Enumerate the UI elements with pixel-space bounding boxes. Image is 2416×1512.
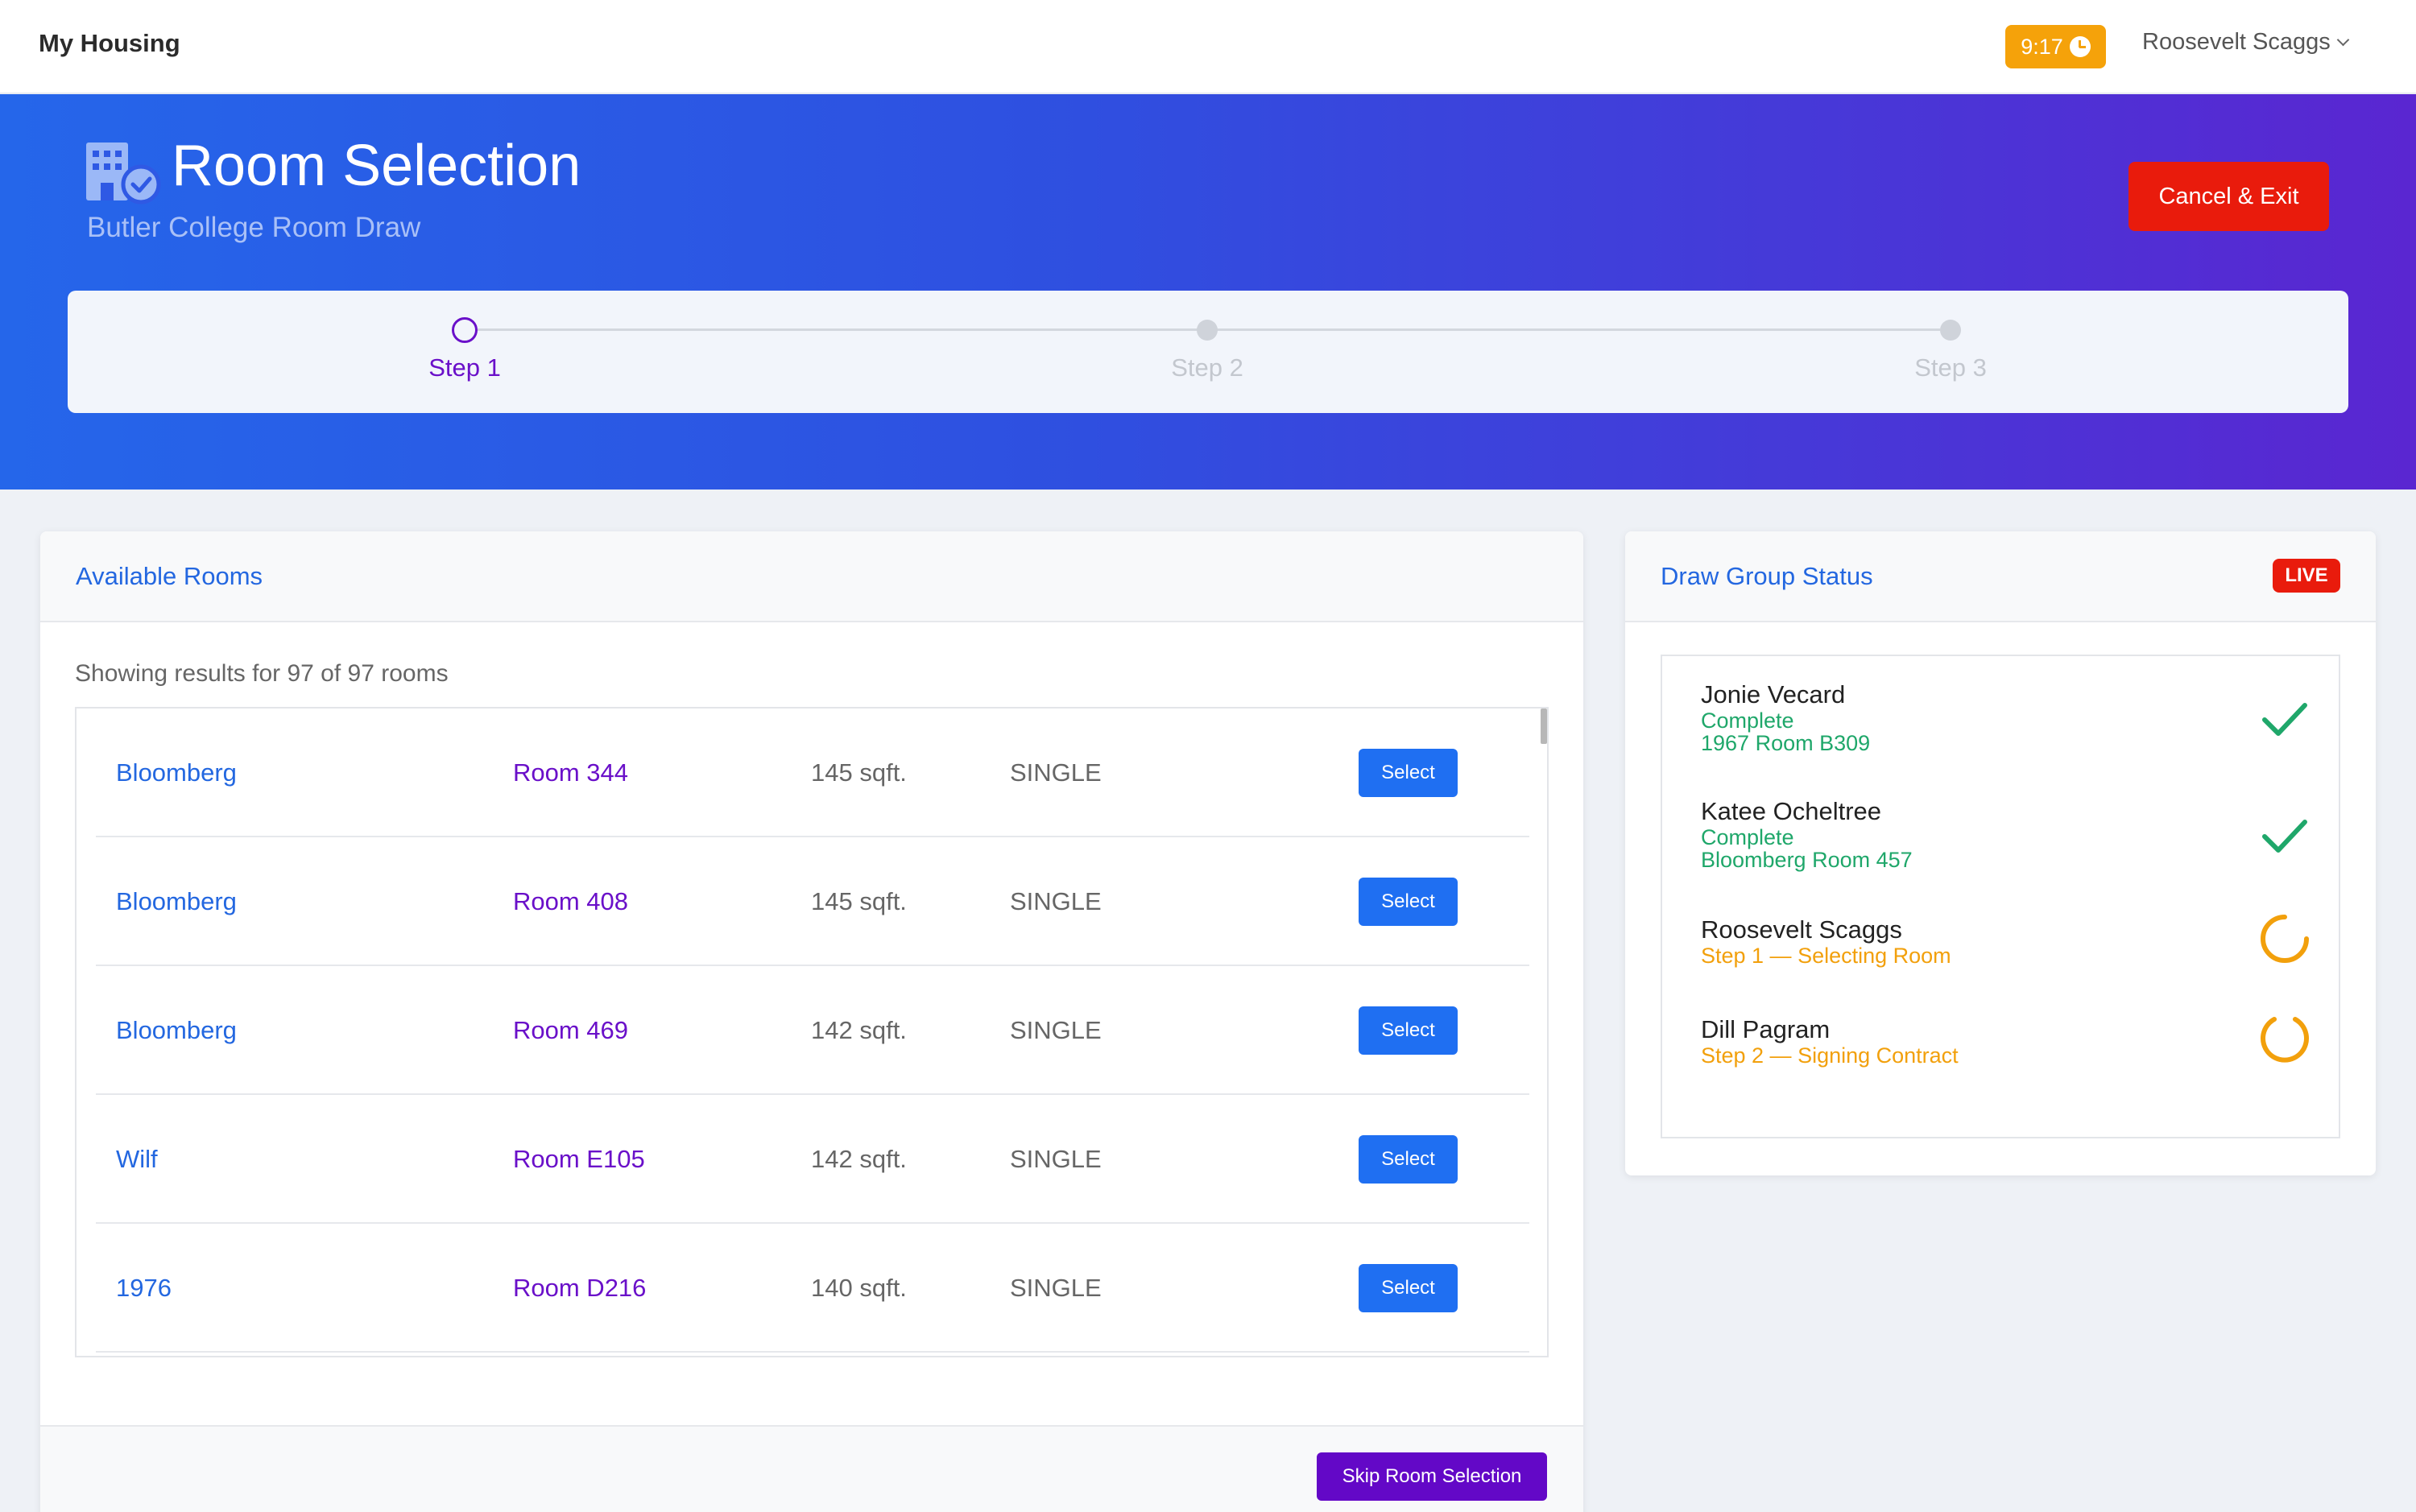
spinner-icon: [2261, 915, 2309, 963]
step-connector: [465, 328, 822, 331]
skip-room-selection-button[interactable]: Skip Room Selection: [1317, 1452, 1547, 1501]
room-type: SINGLE: [1010, 758, 1102, 787]
scrollbar-thumb[interactable]: [1541, 708, 1547, 744]
member-room: 1967 Room B309: [1701, 731, 1871, 755]
available-rooms-card: Available Rooms Showing results for 97 o…: [40, 531, 1583, 1512]
table-row: Bloomberg Room 408 145 sqft. SINGLE Sele…: [96, 837, 1529, 966]
step-2-indicator: [1197, 320, 1218, 341]
draw-group-status-card: Draw Group Status LIVE Jonie Vecard Comp…: [1625, 531, 2376, 1175]
room-building: Bloomberg: [116, 758, 237, 787]
select-room-button[interactable]: Select: [1359, 749, 1458, 797]
table-row: Wilf Room E105 142 sqft. SINGLE Select: [96, 1095, 1529, 1224]
select-room-button[interactable]: Select: [1359, 1006, 1458, 1055]
step-3-indicator: [1940, 320, 1961, 341]
table-row: Bloomberg Room 344 145 sqft. SINGLE Sele…: [96, 708, 1529, 837]
table-row: 1976 Room D216 140 sqft. SINGLE Select: [96, 1224, 1529, 1353]
page-subtitle: Butler College Room Draw: [87, 212, 421, 243]
member-status: Complete: [1701, 708, 1794, 733]
member-name: Dill Pagram: [1701, 1015, 1831, 1043]
room-size: 145 sqft.: [811, 758, 907, 787]
group-member-list: Jonie Vecard Complete 1967 Room B309 Kat…: [1661, 655, 2340, 1138]
room-number: Room D216: [513, 1274, 647, 1302]
member-status: Step 1 — Selecting Room: [1701, 944, 1951, 968]
spinner-icon: [2261, 1017, 2309, 1063]
card-header: Draw Group Status LIVE: [1625, 531, 2376, 622]
room-building: Bloomberg: [116, 887, 237, 915]
table-row: Bloomberg Room 469 142 sqft. SINGLE Sele…: [96, 966, 1529, 1095]
room-number: Room E105: [513, 1145, 645, 1173]
step-1-label: Step 1: [428, 353, 501, 382]
room-type: SINGLE: [1010, 887, 1102, 915]
check-icon: [2262, 703, 2307, 736]
room-number: Room 344: [513, 758, 629, 787]
room-building: Wilf: [116, 1145, 158, 1173]
check-icon: [2262, 820, 2307, 853]
list-item: Jonie Vecard Complete 1967 Room B309: [1701, 680, 1870, 754]
room-size: 142 sqft.: [811, 1016, 907, 1044]
top-navbar: My Housing 9:17 Roosevelt Scaggs: [0, 0, 2416, 93]
room-type: SINGLE: [1010, 1274, 1102, 1302]
room-size: 142 sqft.: [811, 1145, 907, 1173]
step-connector: [822, 328, 1207, 331]
room-building: Bloomberg: [116, 1016, 237, 1044]
page-title: Room Selection: [172, 134, 581, 198]
card-header: Available Rooms: [40, 531, 1583, 622]
room-number: Room 408: [513, 887, 629, 915]
list-item: Roosevelt Scaggs Step 1 — Selecting Room: [1701, 915, 1951, 967]
clock-icon: [2069, 36, 2091, 57]
member-status: Step 2 — Signing Contract: [1701, 1043, 1959, 1068]
step-1-indicator: [452, 317, 478, 343]
draw-group-status-title: Draw Group Status: [1661, 562, 1873, 590]
chevron-down-icon: [2336, 33, 2350, 47]
member-name: Roosevelt Scaggs: [1701, 915, 1902, 944]
select-room-button[interactable]: Select: [1359, 1135, 1458, 1184]
card-footer: Skip Room Selection: [40, 1425, 1583, 1512]
member-status: Complete: [1701, 825, 1794, 849]
user-menu[interactable]: Roosevelt Scaggs: [2142, 29, 2350, 56]
live-badge: LIVE: [2273, 559, 2340, 593]
select-room-button[interactable]: Select: [1359, 878, 1458, 926]
list-item: Dill Pagram Step 2 — Signing Contract: [1701, 1015, 1959, 1067]
list-item: Katee Ocheltree Complete Bloomberg Room …: [1701, 797, 1913, 871]
room-size: 145 sqft.: [811, 887, 907, 915]
select-room-button[interactable]: Select: [1359, 1264, 1458, 1312]
member-name: Jonie Vecard: [1701, 680, 1846, 708]
member-name: Katee Ocheltree: [1701, 797, 1882, 825]
results-count: Showing results for 97 of 97 rooms: [75, 660, 449, 687]
step-connector: [1207, 328, 1940, 331]
room-type: SINGLE: [1010, 1016, 1102, 1044]
user-name: Roosevelt Scaggs: [2142, 29, 2331, 55]
step-2-label: Step 2: [1171, 353, 1243, 382]
rooms-list[interactable]: Bloomberg Room 344 145 sqft. SINGLE Sele…: [75, 707, 1549, 1357]
brand-link[interactable]: My Housing: [39, 29, 180, 58]
available-rooms-title: Available Rooms: [76, 562, 263, 590]
session-timer: 9:17: [2005, 25, 2106, 68]
room-type: SINGLE: [1010, 1145, 1102, 1173]
timer-value: 9:17: [2021, 34, 2063, 59]
step-3-label: Step 3: [1914, 353, 1987, 382]
room-number: Room 469: [513, 1016, 629, 1044]
hero-banner: Room Selection Butler College Room Draw …: [0, 94, 2416, 490]
room-size: 140 sqft.: [811, 1274, 907, 1302]
building-check-icon: [86, 143, 161, 204]
room-building: 1976: [116, 1274, 172, 1302]
progress-stepper: Step 1 Step 2 Step 3: [68, 291, 2348, 413]
cancel-exit-button[interactable]: Cancel & Exit: [2128, 162, 2329, 231]
member-room: Bloomberg Room 457: [1701, 848, 1913, 872]
